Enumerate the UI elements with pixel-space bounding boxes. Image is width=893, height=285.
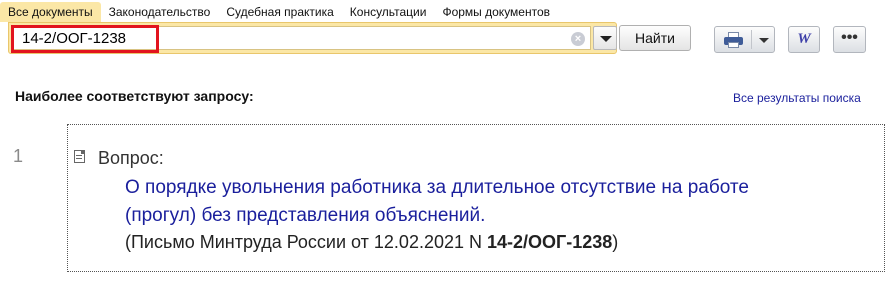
search-bar: × (8, 22, 617, 54)
result-type-label: Вопрос: (98, 148, 164, 168)
result-number: 1 (13, 146, 24, 166)
result-source-suffix: ) (612, 232, 619, 252)
tab-document-forms[interactable]: Формы документов (434, 2, 558, 22)
all-results-link[interactable]: Все результаты поиска (733, 91, 861, 105)
print-button[interactable] (714, 26, 775, 53)
tab-all-documents[interactable]: Все документы (0, 2, 101, 22)
clear-icon[interactable]: × (571, 32, 585, 46)
result-title-link[interactable]: О порядке увольнения работника за длител… (125, 174, 825, 230)
button-divider (751, 30, 752, 49)
chevron-down-icon (600, 36, 612, 42)
results-heading: Наиболее соответствуют запросу: (15, 88, 254, 104)
result-source-reference: (Письмо Минтруда России от 12.02.2021 N … (125, 232, 618, 253)
more-options-button[interactable]: ••• (833, 26, 866, 53)
export-to-word-button[interactable]: W (788, 26, 820, 53)
search-input[interactable] (13, 27, 561, 49)
search-field-container: × (12, 26, 591, 50)
search-scope-tabs: Все документы Законодательство Судебная … (0, 0, 558, 22)
result-source-prefix: (Письмо Минтруда России от 12.02.2021 N (125, 232, 487, 252)
find-button[interactable]: Найти (619, 25, 691, 51)
chevron-down-icon[interactable] (759, 38, 769, 43)
printer-icon (724, 32, 743, 48)
tab-consultations[interactable]: Консультации (342, 2, 435, 22)
word-export-icon: W (797, 31, 811, 47)
result-source-number: 14-2/ООГ-1238 (487, 232, 613, 252)
search-history-dropdown-button[interactable] (593, 26, 617, 50)
more-options-icon: ••• (841, 29, 858, 46)
document-icon (74, 150, 85, 163)
tab-court-practice[interactable]: Судебная практика (218, 2, 341, 22)
tab-legislation[interactable]: Законодательство (101, 2, 219, 22)
